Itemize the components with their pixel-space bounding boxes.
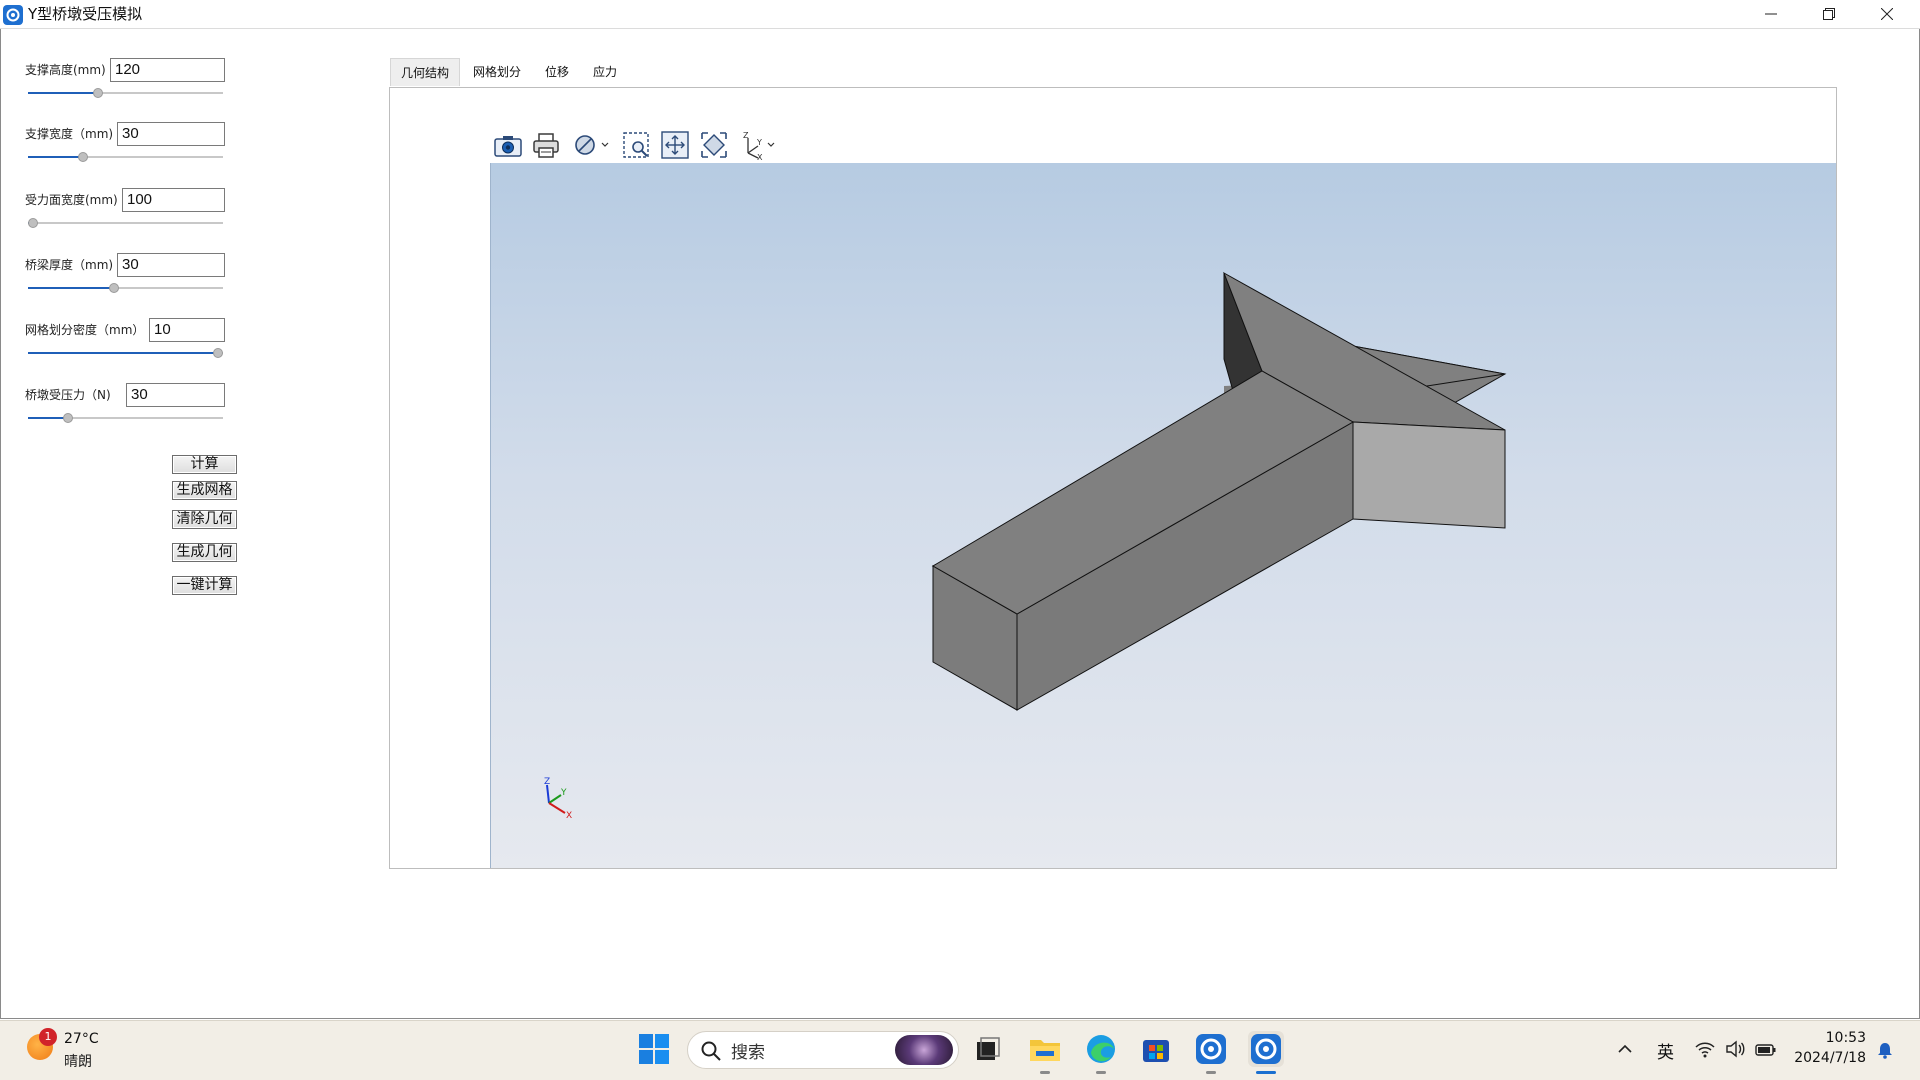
mesh-density-slider[interactable] — [28, 346, 223, 360]
battery-icon[interactable] — [1754, 1039, 1778, 1059]
explorer-running-indicator — [1040, 1071, 1050, 1074]
one-click-calculate-button[interactable]: 一键计算 — [172, 576, 237, 595]
svg-text:Y: Y — [756, 138, 762, 147]
clock-date[interactable]: 2024/7/18 — [1784, 1050, 1866, 1066]
beam-thickness-label: 桥梁厚度（mm) — [25, 258, 114, 272]
search-placeholder: 搜索 — [731, 1043, 765, 1063]
clock-time[interactable]: 10:53 — [1820, 1030, 1866, 1046]
volume-icon[interactable] — [1724, 1039, 1746, 1059]
y-pier-model: Z Y X — [544, 271, 1507, 821]
app-taskbar-icon-1[interactable] — [1193, 1031, 1229, 1067]
pier-pressure-input[interactable]: 30 — [126, 383, 225, 407]
svg-text:Z: Z — [743, 131, 749, 140]
generate-mesh-button[interactable]: 生成网格 — [172, 481, 237, 500]
search-highlight-image — [895, 1035, 953, 1065]
app-taskbar-icon-active[interactable] — [1248, 1031, 1284, 1067]
generate-geometry-button[interactable]: 生成几何 — [172, 543, 237, 562]
edge-browser-icon[interactable] — [1083, 1031, 1119, 1067]
weather-condition[interactable]: 晴朗 — [64, 1051, 92, 1071]
print-icon[interactable] — [531, 128, 561, 162]
start-button[interactable] — [636, 1031, 672, 1067]
fit-view-icon[interactable] — [699, 128, 731, 162]
notification-bell-icon[interactable] — [1875, 1040, 1895, 1060]
support-width-slider[interactable] — [28, 150, 223, 164]
loaded-face-width-label: 受力面宽度(mm) — [25, 193, 118, 207]
calculate-button[interactable]: 计算 — [172, 455, 237, 474]
loaded-face-width-slider[interactable] — [28, 216, 223, 230]
beam-thickness-input[interactable]: 30 — [117, 253, 225, 277]
app1-running-indicator — [1206, 1071, 1216, 1074]
mesh-density-label: 网格划分密度（mm） — [25, 323, 145, 337]
slider-thumb[interactable] — [28, 218, 38, 228]
support-width-input[interactable]: 30 — [117, 122, 225, 146]
support-height-label: 支撑高度(mm) — [25, 63, 106, 77]
slider-thumb[interactable] — [109, 283, 119, 293]
store-icon[interactable] — [1138, 1031, 1174, 1067]
input-language-indicator[interactable]: 英 — [1657, 1038, 1674, 1063]
camera-icon[interactable] — [493, 128, 523, 162]
wifi-icon[interactable] — [1694, 1039, 1716, 1059]
slider-thumb[interactable] — [213, 348, 223, 358]
edge-running-indicator — [1096, 1071, 1106, 1074]
support-height-slider[interactable] — [28, 86, 223, 100]
close-button[interactable] — [1858, 0, 1916, 29]
task-view-icon[interactable] — [970, 1031, 1006, 1067]
tab-displacement[interactable]: 位移 — [534, 58, 580, 86]
search-icon — [701, 1041, 721, 1061]
3d-viewport[interactable]: Z Y X — [490, 163, 1836, 868]
clear-geometry-button[interactable]: 清除几何 — [172, 510, 237, 529]
mesh-density-input[interactable]: 10 — [149, 318, 225, 342]
support-height-input[interactable]: 120 — [110, 58, 225, 82]
slider-thumb[interactable] — [78, 152, 88, 162]
file-explorer-icon[interactable] — [1027, 1031, 1063, 1067]
pier-pressure-label: 桥墩受压力（N) — [25, 388, 111, 402]
svg-text:X: X — [757, 153, 763, 162]
chevron-up-icon[interactable] — [1616, 1040, 1634, 1058]
support-width-label: 支撑宽度（mm) — [25, 127, 114, 141]
minimize-button[interactable] — [1742, 0, 1800, 29]
loaded-face-width-input[interactable]: 100 — [122, 188, 225, 212]
title-bar: Y型桥墩受压模拟 — [0, 0, 1920, 29]
pier-pressure-slider[interactable] — [28, 411, 223, 425]
axis-view-icon[interactable]: Z Y X — [738, 128, 780, 162]
restore-button[interactable] — [1800, 0, 1858, 29]
tab-stress[interactable]: 应力 — [582, 58, 628, 86]
zoom-box-icon[interactable] — [621, 128, 653, 162]
tab-geometry[interactable]: 几何结构 — [390, 58, 460, 86]
window-title: Y型桥墩受压模拟 — [28, 5, 143, 23]
app-icon — [3, 5, 23, 25]
slider-thumb[interactable] — [93, 88, 103, 98]
weather-temperature[interactable]: 27°C — [64, 1031, 99, 1047]
active-app-indicator — [1256, 1071, 1276, 1074]
tab-mesh[interactable]: 网格划分 — [462, 58, 532, 86]
weather-badge: 1 — [39, 1028, 57, 1046]
display-mode-icon[interactable] — [570, 128, 612, 162]
beam-thickness-slider[interactable] — [28, 281, 223, 295]
slider-thumb[interactable] — [63, 413, 73, 423]
pan-icon[interactable] — [660, 128, 692, 162]
head-front-face — [1352, 421, 1506, 529]
triad-y-label: Y — [560, 788, 567, 798]
orientation-triad: Z Y X — [544, 777, 572, 821]
triad-z-label: Z — [544, 777, 550, 787]
triad-x-label: X — [566, 811, 572, 821]
